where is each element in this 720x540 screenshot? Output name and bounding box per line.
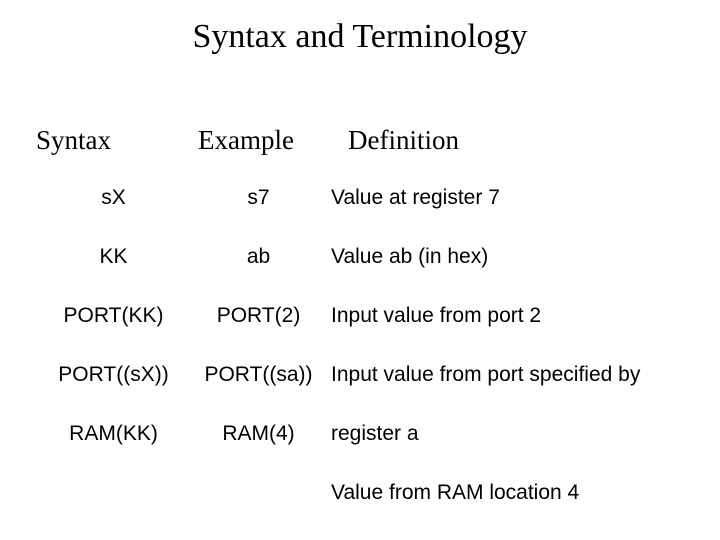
cell-syntax: PORT(KK)	[36, 304, 191, 328]
table-row: KK ab Value ab (in hex)	[36, 245, 696, 304]
cell-definition: Value ab (in hex)	[331, 245, 696, 269]
cell-definition: Value from RAM location 4	[331, 481, 696, 505]
cell-example: RAM(4)	[191, 422, 326, 446]
cell-example: s7	[191, 186, 326, 210]
cell-definition: Input value from port 2	[331, 304, 696, 328]
cell-definition: Value at register 7	[331, 186, 696, 210]
slide: Syntax and Terminology Syntax Example De…	[0, 0, 720, 540]
table-row: PORT(KK) PORT(2) Input value from port 2	[36, 304, 696, 363]
table-row: Value from RAM location 4	[36, 481, 696, 540]
cell-syntax: sX	[36, 186, 191, 210]
cell-example: ab	[191, 245, 326, 269]
cell-definition: Input value from port specified by	[331, 363, 696, 387]
table-body: sX s7 Value at register 7 KK ab Value ab…	[36, 186, 696, 540]
cell-example: PORT(2)	[191, 304, 326, 328]
cell-syntax: RAM(KK)	[36, 422, 191, 446]
page-title: Syntax and Terminology	[0, 18, 720, 56]
table-row: sX s7 Value at register 7	[36, 186, 696, 245]
cell-definition: register a	[331, 422, 696, 446]
column-header-example: Example	[198, 125, 294, 156]
cell-syntax: KK	[36, 245, 191, 269]
cell-syntax: PORT((sX))	[36, 363, 191, 387]
table-row: PORT((sX)) PORT((sa)) Input value from p…	[36, 363, 696, 422]
column-header-syntax: Syntax	[36, 125, 111, 156]
cell-example: PORT((sa))	[191, 363, 326, 387]
table-row: RAM(KK) RAM(4) register a	[36, 422, 696, 481]
column-header-definition: Definition	[348, 125, 459, 156]
